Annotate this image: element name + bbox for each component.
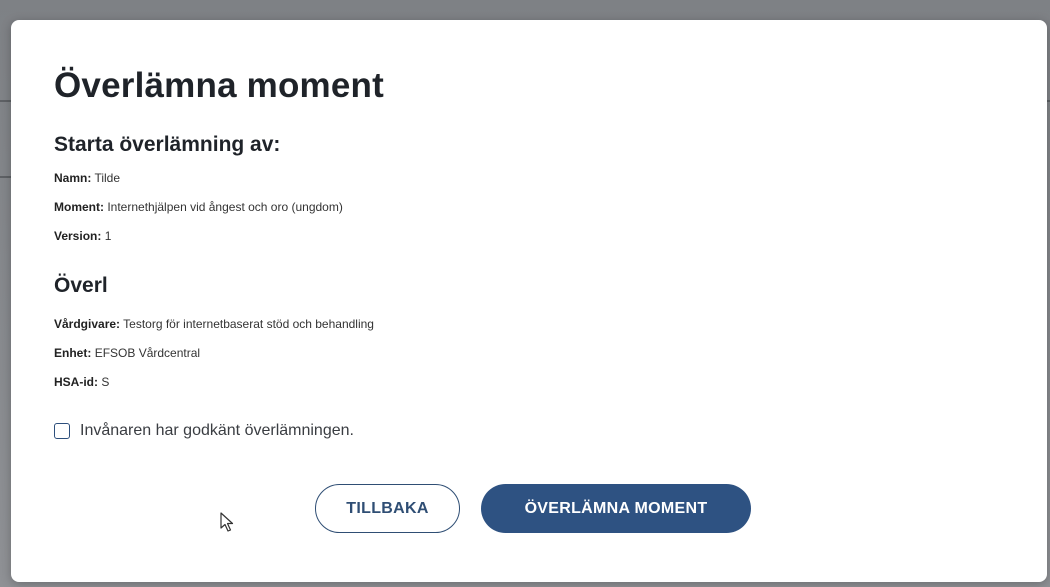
care-provider-label: Vårdgivare: bbox=[54, 317, 121, 331]
receiver-section-heading: Överl bbox=[54, 274, 108, 297]
unit-row: Enhet: EFSOB Vårdcentral bbox=[54, 346, 200, 360]
version-label: Version: bbox=[54, 229, 102, 243]
moment-row: Moment: Internethjälpen vid ångest och o… bbox=[54, 200, 343, 214]
background-divider bbox=[0, 176, 11, 178]
start-section-heading: Starta överlämning av: bbox=[54, 133, 281, 156]
background-divider bbox=[0, 100, 11, 102]
dialog-title: Överlämna moment bbox=[54, 66, 384, 105]
care-provider-value: Testorg för internetbaserat stöd och beh… bbox=[123, 317, 374, 331]
mouse-pointer-icon bbox=[220, 512, 234, 532]
moment-label: Moment: bbox=[54, 200, 104, 214]
handover-submit-button[interactable]: ÖVERLÄMNA MOMENT bbox=[481, 484, 751, 533]
unit-value: EFSOB Vårdcentral bbox=[94, 346, 201, 360]
hsa-id-row: HSA-id: S bbox=[54, 375, 109, 389]
consent-checkbox-row[interactable]: Invånaren har godkänt överlämningen. bbox=[54, 422, 354, 440]
back-button[interactable]: TILLBAKA bbox=[315, 484, 460, 533]
consent-checkbox[interactable] bbox=[54, 423, 70, 439]
moment-value: Internethjälpen vid ångest och oro (ungd… bbox=[107, 200, 343, 214]
patient-name-label: Namn: bbox=[54, 171, 92, 185]
hsa-id-value: S bbox=[101, 375, 110, 389]
consent-checkbox-label[interactable]: Invånaren har godkänt överlämningen. bbox=[80, 422, 354, 440]
handover-dialog: Överlämna moment Starta överlämning av: … bbox=[11, 20, 1047, 582]
care-provider-row: Vårdgivare: Testorg för internetbaserat … bbox=[54, 317, 374, 331]
hsa-id-label: HSA-id: bbox=[54, 375, 98, 389]
patient-name-value: Tilde bbox=[94, 171, 121, 185]
unit-label: Enhet: bbox=[54, 346, 92, 360]
version-value: 1 bbox=[104, 229, 112, 243]
version-row: Version: 1 bbox=[54, 229, 111, 243]
patient-name-row: Namn: Tilde bbox=[54, 171, 120, 185]
